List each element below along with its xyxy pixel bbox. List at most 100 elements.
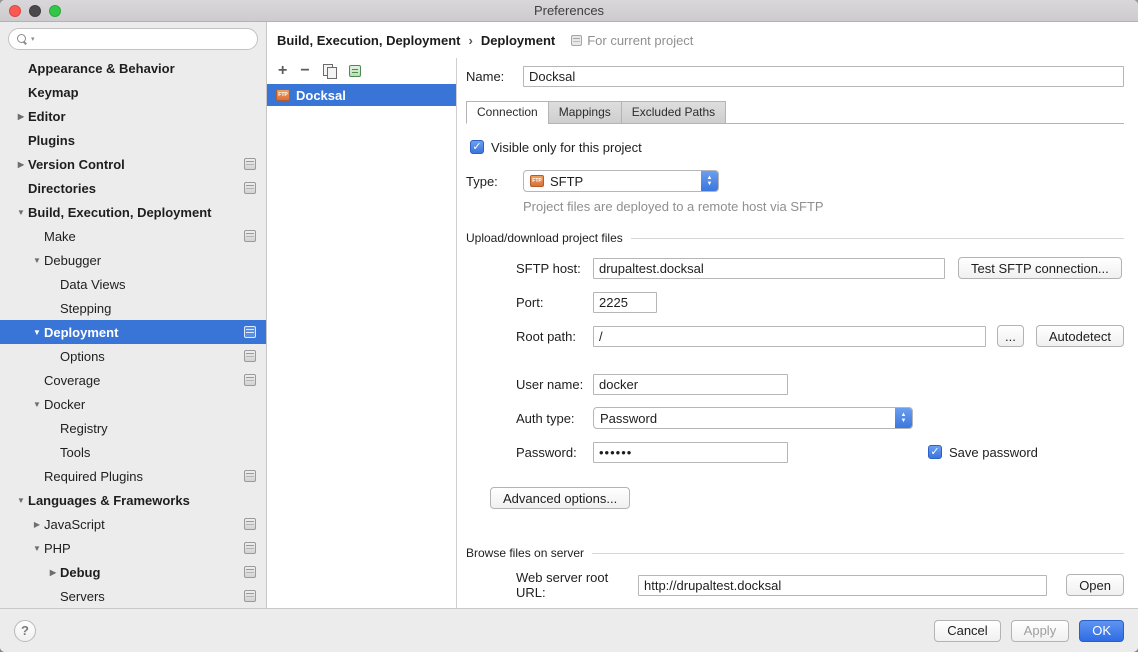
- cancel-button[interactable]: Cancel: [934, 620, 1000, 642]
- password-input[interactable]: [593, 442, 788, 463]
- sidebar-item-tools[interactable]: Tools: [0, 440, 266, 464]
- close-button[interactable]: [9, 5, 21, 17]
- sidebar-item-label: Keymap: [28, 85, 266, 100]
- breadcrumb-item[interactable]: Build, Execution, Deployment: [277, 33, 460, 48]
- connection-tab-content: ✓ Visible only for this project Type: SF…: [466, 124, 1124, 596]
- tab-excluded-paths[interactable]: Excluded Paths: [621, 101, 726, 124]
- server-item-docksal[interactable]: Docksal: [267, 84, 456, 106]
- chevron-down-icon[interactable]: ▼: [30, 400, 44, 409]
- sftp-host-input[interactable]: [593, 258, 945, 279]
- help-button[interactable]: ?: [14, 620, 36, 642]
- sidebar-item-label: Appearance & Behavior: [28, 61, 266, 76]
- chevron-right-icon[interactable]: ▶: [14, 160, 28, 169]
- sidebar-item-deployment[interactable]: ▼Deployment: [0, 320, 266, 344]
- type-select[interactable]: SFTP ▲▼: [523, 170, 719, 192]
- type-hint: Project files are deployed to a remote h…: [523, 199, 1124, 214]
- remove-icon[interactable]: −: [300, 64, 309, 78]
- use-as-default-icon[interactable]: [349, 65, 361, 77]
- sidebar-item-build-execution-deployment[interactable]: ▼Build, Execution, Deployment: [0, 200, 266, 224]
- search-input[interactable]: ▾: [8, 28, 258, 50]
- ok-button[interactable]: OK: [1079, 620, 1124, 642]
- deployment-settings-panel: Name: ConnectionMappingsExcluded Paths ✓…: [457, 58, 1138, 608]
- add-icon[interactable]: +: [278, 64, 287, 78]
- server-list-panel: +− Docksal: [267, 58, 457, 608]
- sidebar-item-stepping[interactable]: Stepping: [0, 296, 266, 320]
- browse-root-path-button[interactable]: ...: [997, 325, 1024, 347]
- apply-button[interactable]: Apply: [1011, 620, 1070, 642]
- user-name-input[interactable]: [593, 374, 788, 395]
- breadcrumb-item[interactable]: Deployment: [481, 33, 555, 48]
- web-root-input[interactable]: [638, 575, 1047, 596]
- sidebar-item-label: Servers: [60, 589, 244, 604]
- sidebar-item-php[interactable]: ▼PHP: [0, 536, 266, 560]
- sidebar-item-languages-frameworks[interactable]: ▼Languages & Frameworks: [0, 488, 266, 512]
- sidebar-item-coverage[interactable]: Coverage: [0, 368, 266, 392]
- sidebar-item-keymap[interactable]: Keymap: [0, 80, 266, 104]
- browse-section-header: Browse files on server: [466, 546, 1124, 560]
- chevron-down-icon[interactable]: ▼: [14, 208, 28, 217]
- current-project-icon: [244, 566, 256, 578]
- section-divider: [592, 553, 1124, 554]
- sidebar-item-registry[interactable]: Registry: [0, 416, 266, 440]
- sidebar-item-options[interactable]: Options: [0, 344, 266, 368]
- sidebar-item-data-views[interactable]: Data Views: [0, 272, 266, 296]
- chevron-down-icon[interactable]: ▼: [30, 328, 44, 337]
- sidebar-item-debug[interactable]: ▶Debug: [0, 560, 266, 584]
- current-project-icon: [244, 590, 256, 602]
- sidebar-item-directories[interactable]: Directories: [0, 176, 266, 200]
- tab-connection[interactable]: Connection: [466, 101, 549, 124]
- user-name-label: User name:: [516, 377, 593, 392]
- visible-only-checkbox[interactable]: ✓: [470, 140, 484, 154]
- current-project-icon: [244, 518, 256, 530]
- server-item-label: Docksal: [296, 88, 346, 103]
- advanced-options-button[interactable]: Advanced options...: [490, 487, 630, 509]
- type-label: Type:: [466, 174, 523, 189]
- visible-only-label: Visible only for this project: [491, 140, 642, 155]
- search-area: ▾: [0, 22, 266, 53]
- chevron-down-icon: ▾: [31, 35, 35, 43]
- autodetect-button[interactable]: Autodetect: [1036, 325, 1124, 347]
- chevron-down-icon[interactable]: ▼: [30, 544, 44, 553]
- open-button[interactable]: Open: [1066, 574, 1124, 596]
- sidebar-item-label: Languages & Frameworks: [28, 493, 266, 508]
- sidebar-item-make[interactable]: Make: [0, 224, 266, 248]
- current-project-icon: [571, 35, 582, 46]
- auth-type-select[interactable]: Password ▲▼: [593, 407, 913, 429]
- sidebar-item-docker[interactable]: ▼Docker: [0, 392, 266, 416]
- sidebar-item-debugger[interactable]: ▼Debugger: [0, 248, 266, 272]
- sidebar-item-label: Editor: [28, 109, 266, 124]
- title-bar[interactable]: Preferences: [0, 0, 1138, 22]
- browse-section-title: Browse files on server: [466, 546, 584, 560]
- minimize-button[interactable]: [29, 5, 41, 17]
- chevron-right-icon[interactable]: ▶: [46, 568, 60, 577]
- copy-icon[interactable]: [323, 64, 336, 78]
- type-value: SFTP: [550, 174, 583, 189]
- save-password-checkbox[interactable]: ✓: [928, 445, 942, 459]
- sidebar-item-label: Debugger: [44, 253, 266, 268]
- name-input[interactable]: [523, 66, 1124, 87]
- sidebar-item-required-plugins[interactable]: Required Plugins: [0, 464, 266, 488]
- dropdown-stepper-icon: ▲▼: [701, 170, 718, 192]
- chevron-down-icon[interactable]: ▼: [30, 256, 44, 265]
- port-input[interactable]: [593, 292, 657, 313]
- current-project-icon: [244, 374, 256, 386]
- current-project-icon: [244, 350, 256, 362]
- current-project-icon: [244, 182, 256, 194]
- breadcrumb-separator-icon: ›: [468, 33, 472, 48]
- chevron-right-icon[interactable]: ▶: [14, 112, 28, 121]
- sidebar-item-version-control[interactable]: ▶Version Control: [0, 152, 266, 176]
- chevron-down-icon[interactable]: ▼: [14, 496, 28, 505]
- sidebar-item-label: Version Control: [28, 157, 244, 172]
- sidebar-item-editor[interactable]: ▶Editor: [0, 104, 266, 128]
- sidebar-item-appearance-behavior[interactable]: Appearance & Behavior: [0, 56, 266, 80]
- dialog-footer: ? Cancel Apply OK: [0, 608, 1138, 652]
- sidebar-item-label: Options: [60, 349, 244, 364]
- test-sftp-connection-button[interactable]: Test SFTP connection...: [958, 257, 1122, 279]
- sidebar-item-servers[interactable]: Servers: [0, 584, 266, 608]
- root-path-input[interactable]: [593, 326, 986, 347]
- chevron-right-icon[interactable]: ▶: [30, 520, 44, 529]
- zoom-button[interactable]: [49, 5, 61, 17]
- sidebar-item-plugins[interactable]: Plugins: [0, 128, 266, 152]
- sidebar-item-javascript[interactable]: ▶JavaScript: [0, 512, 266, 536]
- tab-mappings[interactable]: Mappings: [548, 101, 622, 124]
